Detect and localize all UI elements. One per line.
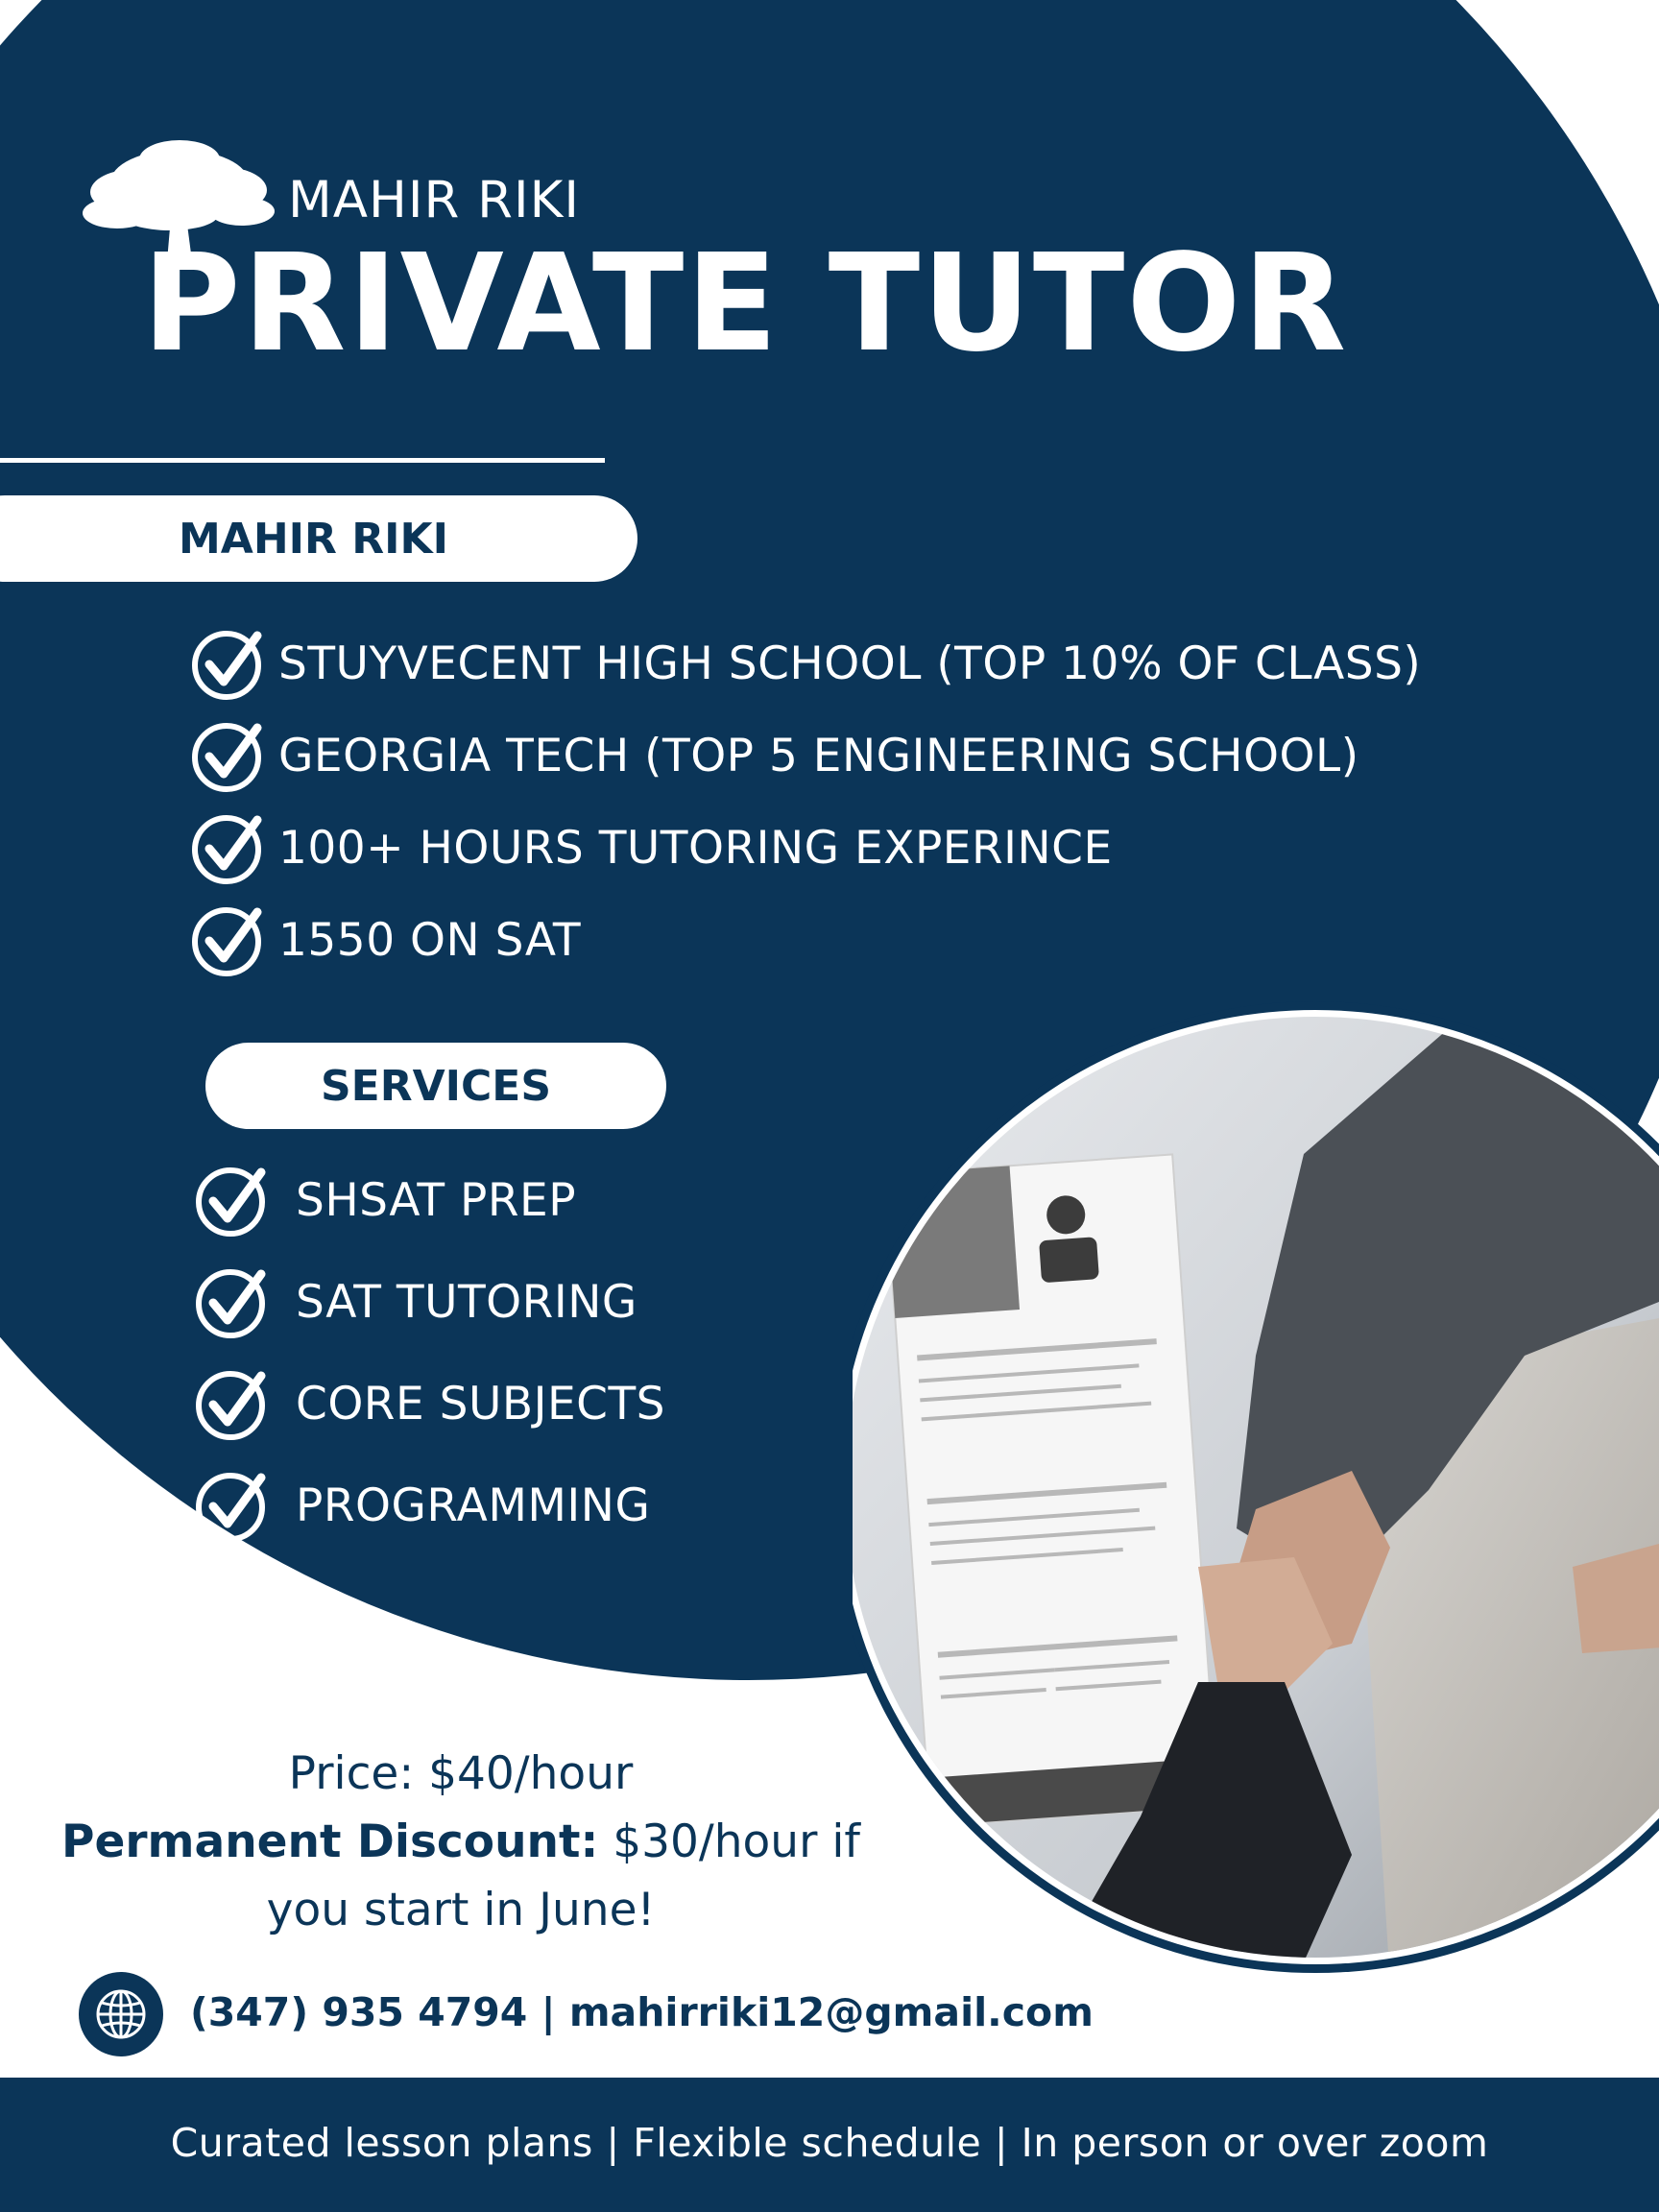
discount-text: Permanent Discount: $30/hour if you star… [38, 1808, 883, 1944]
price-text: Price: $40/hour [288, 1747, 634, 1800]
check-circle-icon [192, 907, 262, 976]
check-circle-icon [196, 1167, 266, 1237]
contact-text: (347) 935 4794 | mahirriki12@gmail.com [190, 1989, 1094, 2035]
service-text: SHSAT PREP [296, 1173, 577, 1227]
check-circle-icon [192, 723, 262, 792]
credentials-heading-pill: MAHIR RIKI [0, 495, 637, 582]
footer-text: Curated lesson plans | Flexible schedule… [170, 2120, 1489, 2166]
divider-line [0, 458, 605, 463]
services-heading: SERVICES [320, 1061, 552, 1111]
service-text: SAT TUTORING [296, 1275, 637, 1329]
service-item: PROGRAMMING [192, 1466, 650, 1545]
service-text: CORE SUBJECTS [296, 1377, 666, 1431]
header-name: MAHIR RIKI [288, 171, 580, 229]
globe-icon [79, 1972, 163, 2056]
credential-item: STUYVECENT HIGH SCHOOL (TOP 10% OF CLASS… [188, 624, 1421, 703]
handshake-photo [853, 1001, 1659, 1973]
credential-text: STUYVECENT HIGH SCHOOL (TOP 10% OF CLASS… [278, 637, 1422, 690]
credentials-heading: MAHIR RIKI [179, 514, 448, 564]
check-circle-icon [196, 1269, 266, 1338]
pricing-block: Price: $40/hour Permanent Discount: $30/… [38, 1740, 883, 1944]
check-circle-icon [192, 631, 262, 700]
check-circle-icon [196, 1473, 266, 1542]
service-item: SHSAT PREP [192, 1161, 576, 1239]
check-circle-icon [196, 1371, 266, 1440]
check-circle-icon [192, 815, 262, 884]
credential-item: 1550 ON SAT [188, 901, 581, 979]
service-text: PROGRAMMING [296, 1479, 651, 1532]
credential-text: GEORGIA TECH (TOP 5 ENGINEERING SCHOOL) [278, 729, 1359, 782]
credential-text: 100+ HOURS TUTORING EXPERINCE [278, 821, 1113, 875]
credential-item: 100+ HOURS TUTORING EXPERINCE [188, 808, 1113, 887]
page-title: PRIVATE TUTOR [142, 226, 1349, 382]
service-item: SAT TUTORING [192, 1262, 637, 1341]
credential-item: GEORGIA TECH (TOP 5 ENGINEERING SCHOOL) [188, 716, 1359, 795]
service-item: CORE SUBJECTS [192, 1364, 665, 1443]
discount-label: Permanent Discount: [61, 1815, 599, 1868]
credential-text: 1550 ON SAT [278, 913, 582, 967]
services-heading-pill: SERVICES [205, 1043, 666, 1129]
